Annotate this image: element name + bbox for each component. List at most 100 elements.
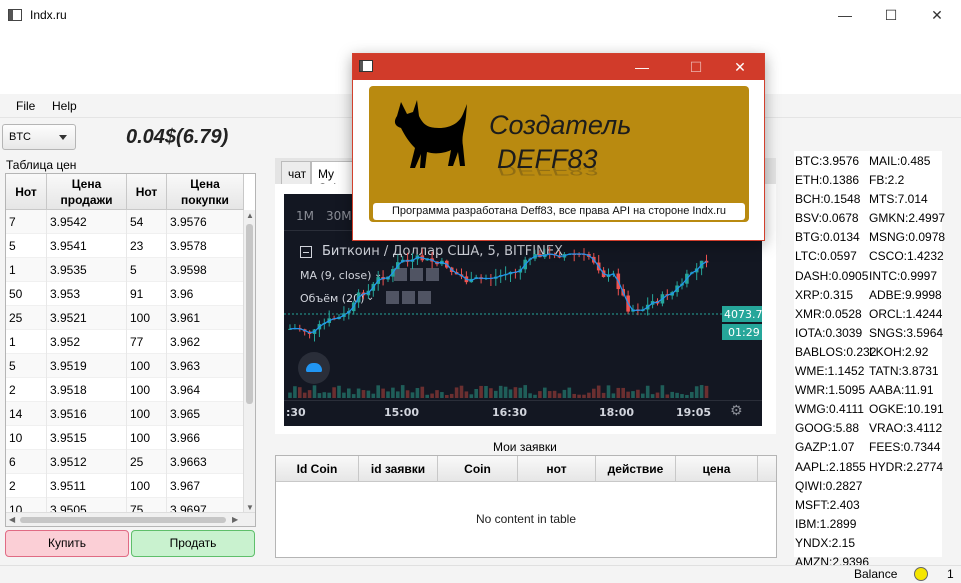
minimize-button[interactable]: — <box>822 0 868 30</box>
table-row[interactable]: 14 3.9516 100 3.965 <box>6 402 244 426</box>
table-row[interactable]: 6 3.9512 25 3.9663 <box>6 450 244 474</box>
dialog-minimize-button[interactable]: — <box>625 54 659 80</box>
table-cell: 3.9519 <box>50 359 87 373</box>
table-row[interactable]: 10 3.9515 100 3.966 <box>6 426 244 450</box>
ticker-item: IBM:1.2899 <box>795 516 857 531</box>
column-header[interactable]: id заявки <box>359 456 438 482</box>
table-cell: 3.965 <box>170 407 201 421</box>
tradingview-logo-icon[interactable] <box>298 352 330 384</box>
table-cell: 3.9518 <box>50 383 87 397</box>
table-row[interactable]: 25 3.9521 100 3.961 <box>6 306 244 330</box>
table-cell: 3.952 <box>50 335 81 349</box>
ticker-item: HYDR:2.2774 <box>869 459 944 474</box>
orders-table-header: Id Coin id заявки Coin нот действие цена <box>276 456 776 482</box>
ticker-item: AAPL:2.1855 <box>795 459 866 474</box>
ticker-item: MTS:7.014 <box>869 192 928 207</box>
status-indicator-icon <box>914 567 928 581</box>
buy-button[interactable]: Купить <box>5 530 129 557</box>
menu-help[interactable]: Help <box>52 99 77 113</box>
table-cell: 6 <box>9 455 16 469</box>
scroll-down-icon[interactable]: ▼ <box>246 503 254 512</box>
scroll-right-icon[interactable]: ▶ <box>232 515 238 524</box>
table-cell: 3.953 <box>50 287 81 301</box>
table-cell: 2 <box>9 383 16 397</box>
ticker-item: GAZP:1.07 <box>795 440 855 455</box>
table-row[interactable]: 7 3.9542 54 3.9576 <box>6 210 244 234</box>
column-header[interactable]: действие <box>596 456 676 482</box>
ticker-item: WMG:0.4111 <box>795 402 864 417</box>
dialog-titlebar: — ☐ ✕ <box>353 54 764 80</box>
table-cell: 100 <box>130 407 151 421</box>
coin-select[interactable]: BTC <box>2 124 76 150</box>
table-row[interactable]: 1 3.952 77 3.962 <box>6 330 244 354</box>
table-cell: 1 <box>9 335 16 349</box>
table-cell: 100 <box>130 479 151 493</box>
table-cell: 1 <box>9 263 16 277</box>
tab-chat[interactable]: чат <box>281 161 311 184</box>
dialog-maximize-button[interactable]: ☐ <box>679 54 713 80</box>
table-cell: 3.9521 <box>50 311 87 325</box>
ticker-column-left: BTC:3.9576 ETH:0.1386 BCH:0.1548 BSV:0.0678… <box>795 154 876 583</box>
horizontal-scrollbar[interactable]: ◀ ▶ <box>6 512 255 526</box>
scroll-left-icon[interactable]: ◀ <box>9 515 15 524</box>
ticker-item: MSNG:0.0978 <box>869 230 946 245</box>
table-cell: 100 <box>130 359 151 373</box>
column-header[interactable]: Нот <box>127 174 167 210</box>
menu-file[interactable]: File <box>16 99 35 113</box>
table-row[interactable]: 50 3.953 91 3.96 <box>6 282 244 306</box>
column-header[interactable]: Цена продажи <box>47 174 127 210</box>
table-cell: 5 <box>9 359 16 373</box>
ticker-item: FB:2.2 <box>869 173 905 188</box>
table-cell: 50 <box>9 287 23 301</box>
table-row[interactable]: 2 3.9518 100 3.964 <box>6 378 244 402</box>
ticker-item: ORCL:1.4244 <box>869 306 943 321</box>
table-cell: 3.9511 <box>50 479 86 493</box>
table-cell: 100 <box>130 383 151 397</box>
column-header[interactable]: цена <box>676 456 758 482</box>
scroll-thumb[interactable] <box>20 517 226 523</box>
ticker-item: BTC:3.9576 <box>795 154 860 168</box>
scroll-up-icon[interactable]: ▲ <box>246 211 254 220</box>
ticker-item: BCH:0.1548 <box>795 192 861 207</box>
ticker-item: SNGS:3.5964 <box>869 325 944 340</box>
table-row[interactable]: 2 3.9511 100 3.967 <box>6 474 244 498</box>
table-row[interactable]: 1 3.9535 5 3.9598 <box>6 258 244 282</box>
table-cell: 5 <box>130 263 137 277</box>
ticker-item: BABLOS:0.232 <box>795 344 877 359</box>
sell-button[interactable]: Продать <box>131 530 255 557</box>
price-table-header: Нот Цена продажи Нот Цена покупки <box>6 174 244 210</box>
column-header[interactable]: Нот <box>6 174 47 210</box>
ticker-item: BSV:0.0678 <box>795 211 859 226</box>
ticker-column-right: MAIL:0.485 FB:2.2 MTS:7.014 GMKN:2.4997 MSNG… <box>869 154 945 479</box>
table-cell: 3.9663 <box>170 455 207 469</box>
ticker-item: WME:1.1452 <box>795 364 865 379</box>
ticker-item: MAIL:0.485 <box>869 154 931 168</box>
table-cell: 3.966 <box>170 431 201 445</box>
column-header[interactable]: Цена покупки <box>167 174 244 210</box>
coin-select-value: BTC <box>9 131 31 143</box>
table-row[interactable]: 5 3.9519 100 3.963 <box>6 354 244 378</box>
vertical-scrollbar[interactable]: ▲ ▼ <box>243 210 255 513</box>
price-table[interactable]: Нот Цена продажи Нот Цена покупки 7 3.954… <box>5 173 256 527</box>
close-button[interactable]: ✕ <box>914 0 960 30</box>
chevron-down-icon <box>59 135 67 140</box>
table-cell: 3.961 <box>170 311 201 325</box>
dialog-close-button[interactable]: ✕ <box>723 54 757 80</box>
scroll-thumb[interactable] <box>246 224 253 404</box>
table-row[interactable]: 5 3.9541 23 3.9578 <box>6 234 244 258</box>
window-title: Indx.ru <box>30 8 67 22</box>
table-cell: 7 <box>9 215 16 229</box>
table-cell: 3.9512 <box>50 455 87 469</box>
ticker-item: CSCO:1.4232 <box>869 249 944 264</box>
table-cell: 3.9542 <box>50 215 87 229</box>
balance-label: Balance <box>854 567 898 581</box>
maximize-button[interactable]: ☐ <box>868 0 914 30</box>
column-header[interactable]: нот <box>518 456 596 482</box>
table-cell: 3.9576 <box>170 215 207 229</box>
settings-gear-icon[interactable]: ⚙ <box>730 403 743 419</box>
table-cell: 3.962 <box>170 335 201 349</box>
column-header[interactable]: Coin <box>438 456 518 482</box>
column-header[interactable]: Id Coin <box>276 456 359 482</box>
table-cell: 3.9535 <box>50 263 87 277</box>
orders-table[interactable]: Id Coin id заявки Coin нот действие цена… <box>275 455 777 558</box>
